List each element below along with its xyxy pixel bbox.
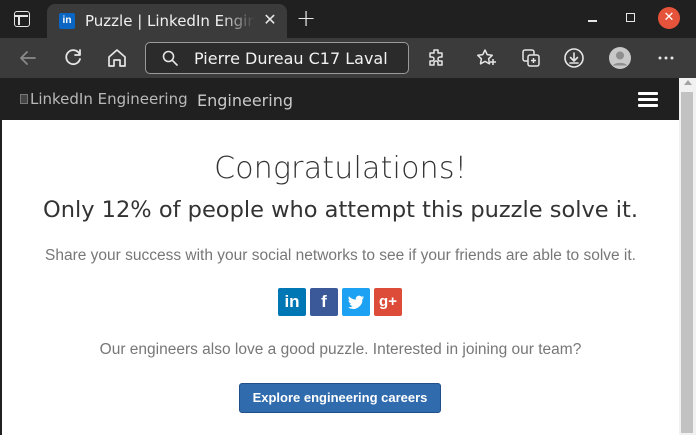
tab-actions-icon[interactable]: [14, 11, 30, 27]
scroll-up-icon[interactable]: [684, 80, 692, 85]
logo-alt-text: LinkedIn Engineering: [30, 90, 188, 108]
broken-image-icon: [20, 94, 28, 104]
site-navbar: LinkedIn Engineering Engineering: [2, 78, 679, 120]
explore-careers-button[interactable]: Explore engineering careers: [239, 383, 441, 413]
search-icon: [162, 50, 178, 66]
maximize-icon[interactable]: [626, 13, 635, 22]
more-options-icon[interactable]: [654, 46, 678, 70]
tab-title: Puzzle | LinkedIn Engineering: [85, 12, 255, 30]
minimize-icon[interactable]: [586, 11, 600, 25]
downloads-icon[interactable]: [562, 46, 586, 70]
scrollbar[interactable]: [679, 78, 696, 435]
site-logo[interactable]: LinkedIn Engineering: [20, 89, 188, 109]
solve-rate-text: Only 12% of people who attempt this puzz…: [42, 197, 639, 223]
address-text: Pierre Dureau C17 Laval: [194, 49, 388, 68]
back-icon[interactable]: [16, 46, 40, 70]
careers-prompt: Our engineers also love a good puzzle. I…: [99, 341, 582, 358]
home-icon[interactable]: [105, 46, 129, 70]
browser-toolbar: Pierre Dureau C17 Laval: [0, 38, 696, 78]
facebook-share-icon[interactable]: f: [310, 288, 338, 316]
social-share-buttons: in f g+: [278, 288, 402, 316]
menu-icon[interactable]: [638, 92, 658, 108]
scroll-thumb[interactable]: [681, 92, 693, 433]
linkedin-favicon-icon: in: [59, 13, 75, 29]
collections-icon[interactable]: [519, 46, 543, 70]
twitter-share-icon[interactable]: [342, 288, 370, 316]
page-title: Congratulations!: [214, 151, 467, 186]
share-prompt: Share your success with your social netw…: [45, 247, 636, 264]
browser-tab[interactable]: in Puzzle | LinkedIn Engineering ✕: [47, 4, 287, 38]
favorites-icon[interactable]: [474, 46, 498, 70]
profile-avatar-icon[interactable]: [608, 46, 632, 70]
linkedin-share-icon[interactable]: in: [278, 288, 306, 316]
extensions-icon[interactable]: [425, 46, 449, 70]
address-bar[interactable]: Pierre Dureau C17 Laval: [145, 42, 409, 74]
logo-subtitle[interactable]: Engineering: [197, 91, 293, 110]
tab-strip: in Puzzle | LinkedIn Engineering ✕ + ✕: [0, 0, 696, 38]
google-plus-share-icon[interactable]: g+: [374, 288, 402, 316]
tab-close-icon[interactable]: ✕: [260, 10, 280, 30]
window-close-icon[interactable]: ✕: [658, 7, 680, 29]
new-tab-icon[interactable]: +: [294, 6, 318, 31]
web-page: LinkedIn Engineering Engineering Congrat…: [2, 78, 679, 435]
refresh-icon[interactable]: [61, 46, 85, 70]
